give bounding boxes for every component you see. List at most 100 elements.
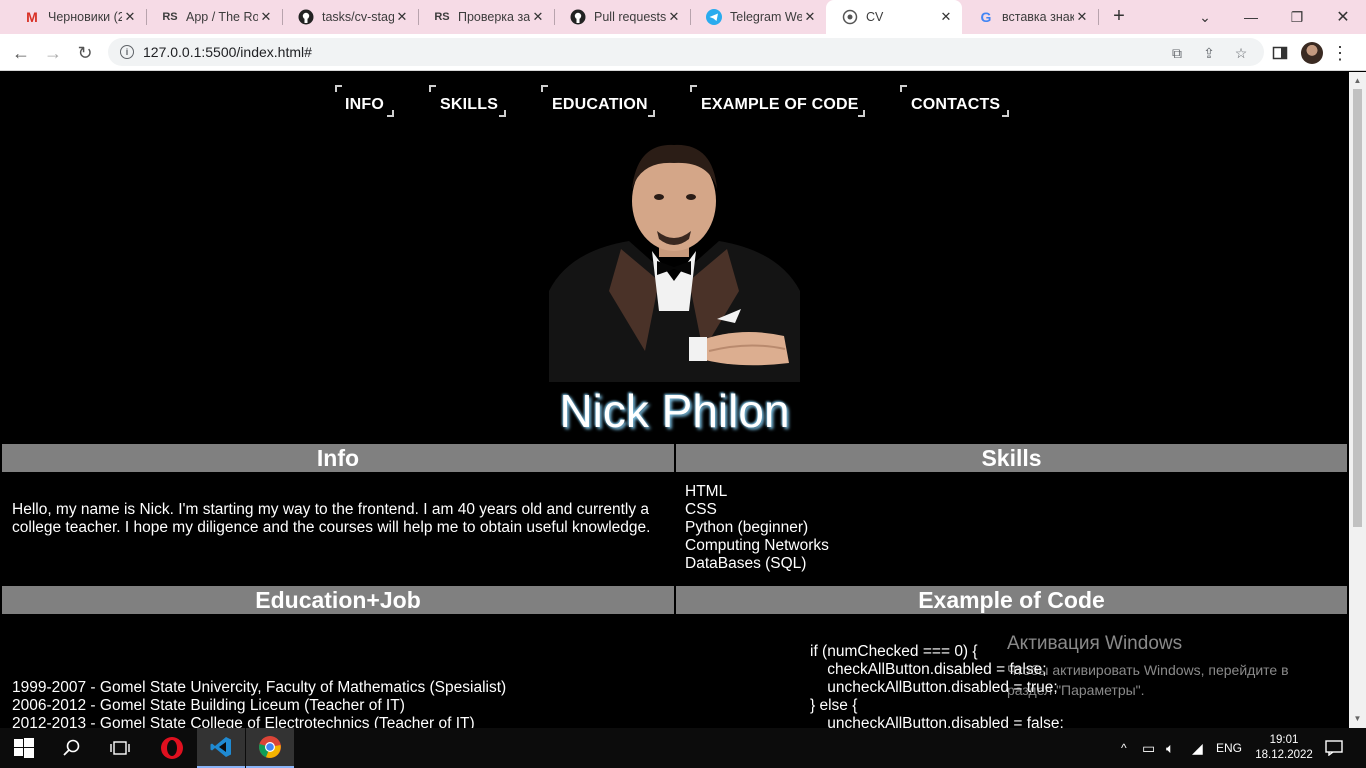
nav-bracket-decoration bbox=[429, 85, 436, 92]
nav-bracket-decoration bbox=[858, 110, 865, 117]
windows-start-icon[interactable] bbox=[0, 728, 48, 768]
tab-github-pr[interactable]: Pull requests ✕ bbox=[554, 0, 690, 34]
close-tab-icon[interactable]: ✕ bbox=[666, 9, 682, 25]
scroll-up-arrow-icon[interactable]: ▲ bbox=[1353, 76, 1362, 85]
volume-icon[interactable]: 🔈︎ bbox=[1166, 728, 1174, 768]
scrollbar-thumb[interactable] bbox=[1353, 89, 1362, 527]
minimize-window-icon[interactable]: — bbox=[1228, 0, 1274, 34]
tab-github-tasks[interactable]: tasks/cv-stag ✕ bbox=[282, 0, 418, 34]
translate-icon[interactable]: ⧉ bbox=[1168, 44, 1186, 62]
tab-rs-app[interactable]: RS App / The Ro ✕ bbox=[146, 0, 282, 34]
education-list: 1999-2007 - Gomel State Univercity, Facu… bbox=[12, 679, 506, 728]
restore-window-icon[interactable]: ❐ bbox=[1274, 0, 1320, 34]
windows-activation-watermark: Активация Windows Чтобы активировать Win… bbox=[1007, 633, 1289, 700]
clock-date: 18.12.2022 bbox=[1255, 749, 1313, 761]
site-info-icon[interactable]: i bbox=[120, 45, 134, 59]
code-line: uncheckAllButton.disabled = false; bbox=[810, 715, 1064, 728]
tab-title: Telegram Wel bbox=[730, 10, 802, 24]
profile-avatar[interactable] bbox=[1300, 41, 1324, 65]
task-view-icon[interactable] bbox=[96, 728, 144, 768]
browser-tab-strip: M Черновики (2 ✕ RS App / The Ro ✕ tasks… bbox=[0, 0, 1366, 34]
tab-google-search[interactable]: G вставка знак ✕ bbox=[962, 0, 1098, 34]
nav-bracket-decoration bbox=[541, 85, 548, 92]
close-window-icon[interactable]: ✕ bbox=[1320, 0, 1366, 34]
tab-telegram[interactable]: Telegram Wel ✕ bbox=[690, 0, 826, 34]
tab-rs-review[interactable]: RS Проверка за ✕ bbox=[418, 0, 554, 34]
close-tab-icon[interactable]: ✕ bbox=[1074, 9, 1090, 25]
tab-title: CV bbox=[866, 10, 884, 24]
tab-title: App / The Ro bbox=[186, 10, 258, 24]
url-text: 127.0.0.1:5500/index.html# bbox=[143, 44, 312, 60]
close-tab-icon[interactable]: ✕ bbox=[938, 9, 954, 25]
menu-kebab-icon[interactable]: ⋮ bbox=[1328, 41, 1352, 65]
nav-link-info[interactable]: INFO bbox=[345, 96, 384, 114]
show-hidden-icons-chevron-icon[interactable]: ^ bbox=[1121, 728, 1127, 768]
list-item: CSS bbox=[685, 501, 717, 518]
close-tab-icon[interactable]: ✕ bbox=[802, 9, 818, 25]
close-tab-icon[interactable]: ✕ bbox=[394, 9, 410, 25]
close-tab-icon[interactable]: ✕ bbox=[258, 9, 274, 25]
tab-search-chevron-icon[interactable]: ⌄ bbox=[1182, 0, 1228, 34]
tab-gmail[interactable]: M Черновики (2 ✕ bbox=[8, 0, 146, 34]
page-title: Nick Philon bbox=[559, 385, 790, 437]
profile-photo bbox=[549, 141, 800, 382]
list-item: Python (beginner) bbox=[685, 519, 809, 536]
info-text: Hello, my name is Nick. I'm starting my … bbox=[12, 501, 651, 536]
scroll-down-arrow-icon[interactable]: ▼ bbox=[1353, 714, 1362, 723]
nav-link-contacts[interactable]: CONTACTS bbox=[911, 96, 1000, 114]
windows-taskbar: ^ ▭ 🔈︎ ◢ ENG 19:01 18.12.2022 bbox=[0, 728, 1366, 768]
tab-title: вставка знак bbox=[1002, 10, 1074, 24]
telegram-icon bbox=[706, 9, 722, 25]
section-header-info: Info bbox=[2, 444, 674, 472]
nav-bracket-decoration bbox=[690, 85, 697, 92]
tab-title: Черновики (2 bbox=[48, 10, 122, 24]
gmail-icon: M bbox=[26, 9, 38, 25]
address-bar[interactable]: i 127.0.0.1:5500/index.html# ⧉ ⇪ ☆ bbox=[108, 38, 1264, 66]
battery-icon[interactable]: ▭ bbox=[1142, 728, 1155, 768]
close-tab-icon[interactable]: ✕ bbox=[122, 9, 138, 25]
github-icon bbox=[570, 9, 586, 25]
nav-bracket-decoration bbox=[335, 85, 342, 92]
watermark-title: Активация Windows bbox=[1007, 633, 1183, 654]
list-item: HTML bbox=[685, 483, 728, 500]
search-icon[interactable] bbox=[48, 728, 96, 768]
close-tab-icon[interactable]: ✕ bbox=[530, 9, 546, 25]
watermark-line: раздел "Параметры". bbox=[1007, 682, 1145, 698]
section-header-education: Education+Job bbox=[2, 586, 674, 614]
tab-title: tasks/cv-stag bbox=[322, 10, 394, 24]
rs-school-icon: RS bbox=[434, 11, 450, 23]
google-icon: G bbox=[980, 9, 992, 25]
nav-bracket-decoration bbox=[387, 110, 394, 117]
share-icon[interactable]: ⇪ bbox=[1200, 44, 1218, 62]
clock[interactable]: 19:01 18.12.2022 bbox=[1255, 728, 1313, 768]
notifications-icon[interactable] bbox=[1322, 728, 1346, 768]
list-item: DataBases (SQL) bbox=[685, 555, 807, 572]
forward-arrow-icon[interactable]: → bbox=[40, 40, 66, 66]
page-viewport: INFO SKILLS EDUCATION EXAMPLE OF CODE CO… bbox=[0, 72, 1349, 728]
network-icon[interactable]: ◢ bbox=[1192, 728, 1203, 768]
nav-link-education[interactable]: EDUCATION bbox=[552, 96, 648, 114]
side-panel-icon[interactable] bbox=[1268, 41, 1292, 65]
browser-toolbar: ← → ↻ i 127.0.0.1:5500/index.html# ⧉ ⇪ ☆… bbox=[0, 34, 1366, 71]
reload-icon[interactable]: ↻ bbox=[72, 40, 98, 66]
site-nav: INFO SKILLS EDUCATION EXAMPLE OF CODE CO… bbox=[0, 82, 1349, 122]
watermark-line: Чтобы активировать Windows, перейдите в bbox=[1007, 662, 1289, 678]
new-tab-button[interactable]: + bbox=[1108, 5, 1130, 27]
back-arrow-icon[interactable]: ← bbox=[8, 40, 34, 66]
nav-bracket-decoration bbox=[1002, 110, 1009, 117]
nav-link-skills[interactable]: SKILLS bbox=[440, 96, 498, 114]
list-item: 2006-2012 - Gomel State Building Liceum … bbox=[12, 697, 405, 714]
bookmark-star-icon[interactable]: ☆ bbox=[1232, 44, 1250, 62]
tab-cv-active[interactable]: CV ✕ bbox=[826, 0, 962, 34]
page-scrollbar[interactable]: ▲ ▼ bbox=[1349, 72, 1366, 728]
chrome-icon[interactable] bbox=[246, 728, 294, 768]
list-item: 1999-2007 - Gomel State Univercity, Facu… bbox=[12, 679, 507, 696]
tab-title: Pull requests bbox=[594, 10, 666, 24]
vscode-icon[interactable] bbox=[197, 728, 245, 768]
nav-link-example-of-code[interactable]: EXAMPLE OF CODE bbox=[701, 96, 859, 114]
tab-separator bbox=[1098, 9, 1099, 25]
opera-icon[interactable] bbox=[148, 728, 196, 768]
skills-list: HTML CSS Python (beginner) Computing Net… bbox=[685, 483, 829, 573]
language-indicator[interactable]: ENG bbox=[1216, 728, 1242, 768]
section-header-skills: Skills bbox=[676, 444, 1347, 472]
